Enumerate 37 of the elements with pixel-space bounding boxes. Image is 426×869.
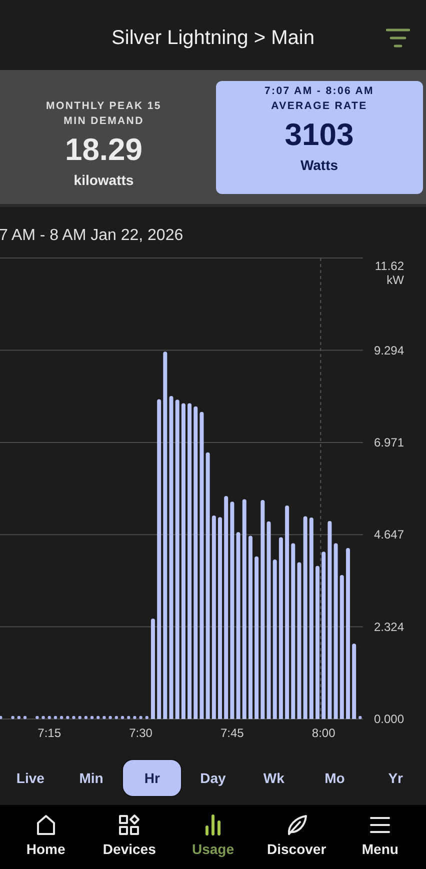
axis-label: 7:15: [38, 726, 62, 740]
axis-unit: kW: [386, 273, 404, 287]
nav-item[interactable]: Usage: [172, 805, 253, 869]
nav-item[interactable]: Devices: [89, 805, 170, 869]
chart-title: 7 AM - 8 AM Jan 22, 2026: [0, 227, 184, 246]
axis-label: 11.62: [374, 259, 404, 273]
stat-unit: kilowatts: [74, 172, 134, 188]
stat-card[interactable]: MONTHLY PEAK 15 MIN DEMAND 18.29 kilowatts: [0, 80, 208, 194]
axis-label: 7:30: [129, 726, 152, 740]
time-range: 7:07 AM - 8:06 AM: [264, 84, 374, 98]
stat-label: AVERAGE RATE: [271, 98, 368, 114]
stat-unit: Watts: [300, 156, 338, 172]
period-tab[interactable]: Wk: [244, 759, 304, 797]
axis-label: 0.000: [374, 712, 404, 726]
nav-item[interactable]: Discover: [256, 805, 337, 869]
nav-item[interactable]: Home: [6, 805, 86, 869]
stat-value: 18.29: [64, 130, 143, 168]
period-tab[interactable]: Live: [0, 759, 61, 797]
page-title: Silver Lightning > Main: [112, 26, 314, 50]
period-tab[interactable]: Day: [182, 759, 244, 797]
grid-icon: [117, 813, 142, 837]
stat-card[interactable]: 7:07 AM - 8:06 AM AVERAGE RATE 3103 Watts: [216, 80, 423, 194]
period-tab[interactable]: Mo: [304, 759, 365, 797]
axis-label: 6.971: [374, 435, 404, 450]
period-tab[interactable]: Hr: [122, 759, 182, 797]
period-tab[interactable]: Yr: [365, 759, 426, 797]
axis-label: 7:45: [220, 726, 244, 740]
filter-icon: [386, 27, 410, 49]
nav-item[interactable]: Menu: [340, 805, 420, 869]
axis-label: 2.324: [374, 620, 404, 634]
stat-label: MONTHLY PEAK 15 MIN DEMAND: [45, 98, 162, 128]
axis-label: 8:00: [312, 726, 336, 740]
filter-button[interactable]: [386, 27, 410, 49]
period-tab[interactable]: Min: [61, 759, 122, 797]
axis-label: 4.647: [374, 528, 404, 542]
axis-label: 9.294: [374, 343, 404, 358]
stat-value: 3103: [284, 116, 354, 154]
